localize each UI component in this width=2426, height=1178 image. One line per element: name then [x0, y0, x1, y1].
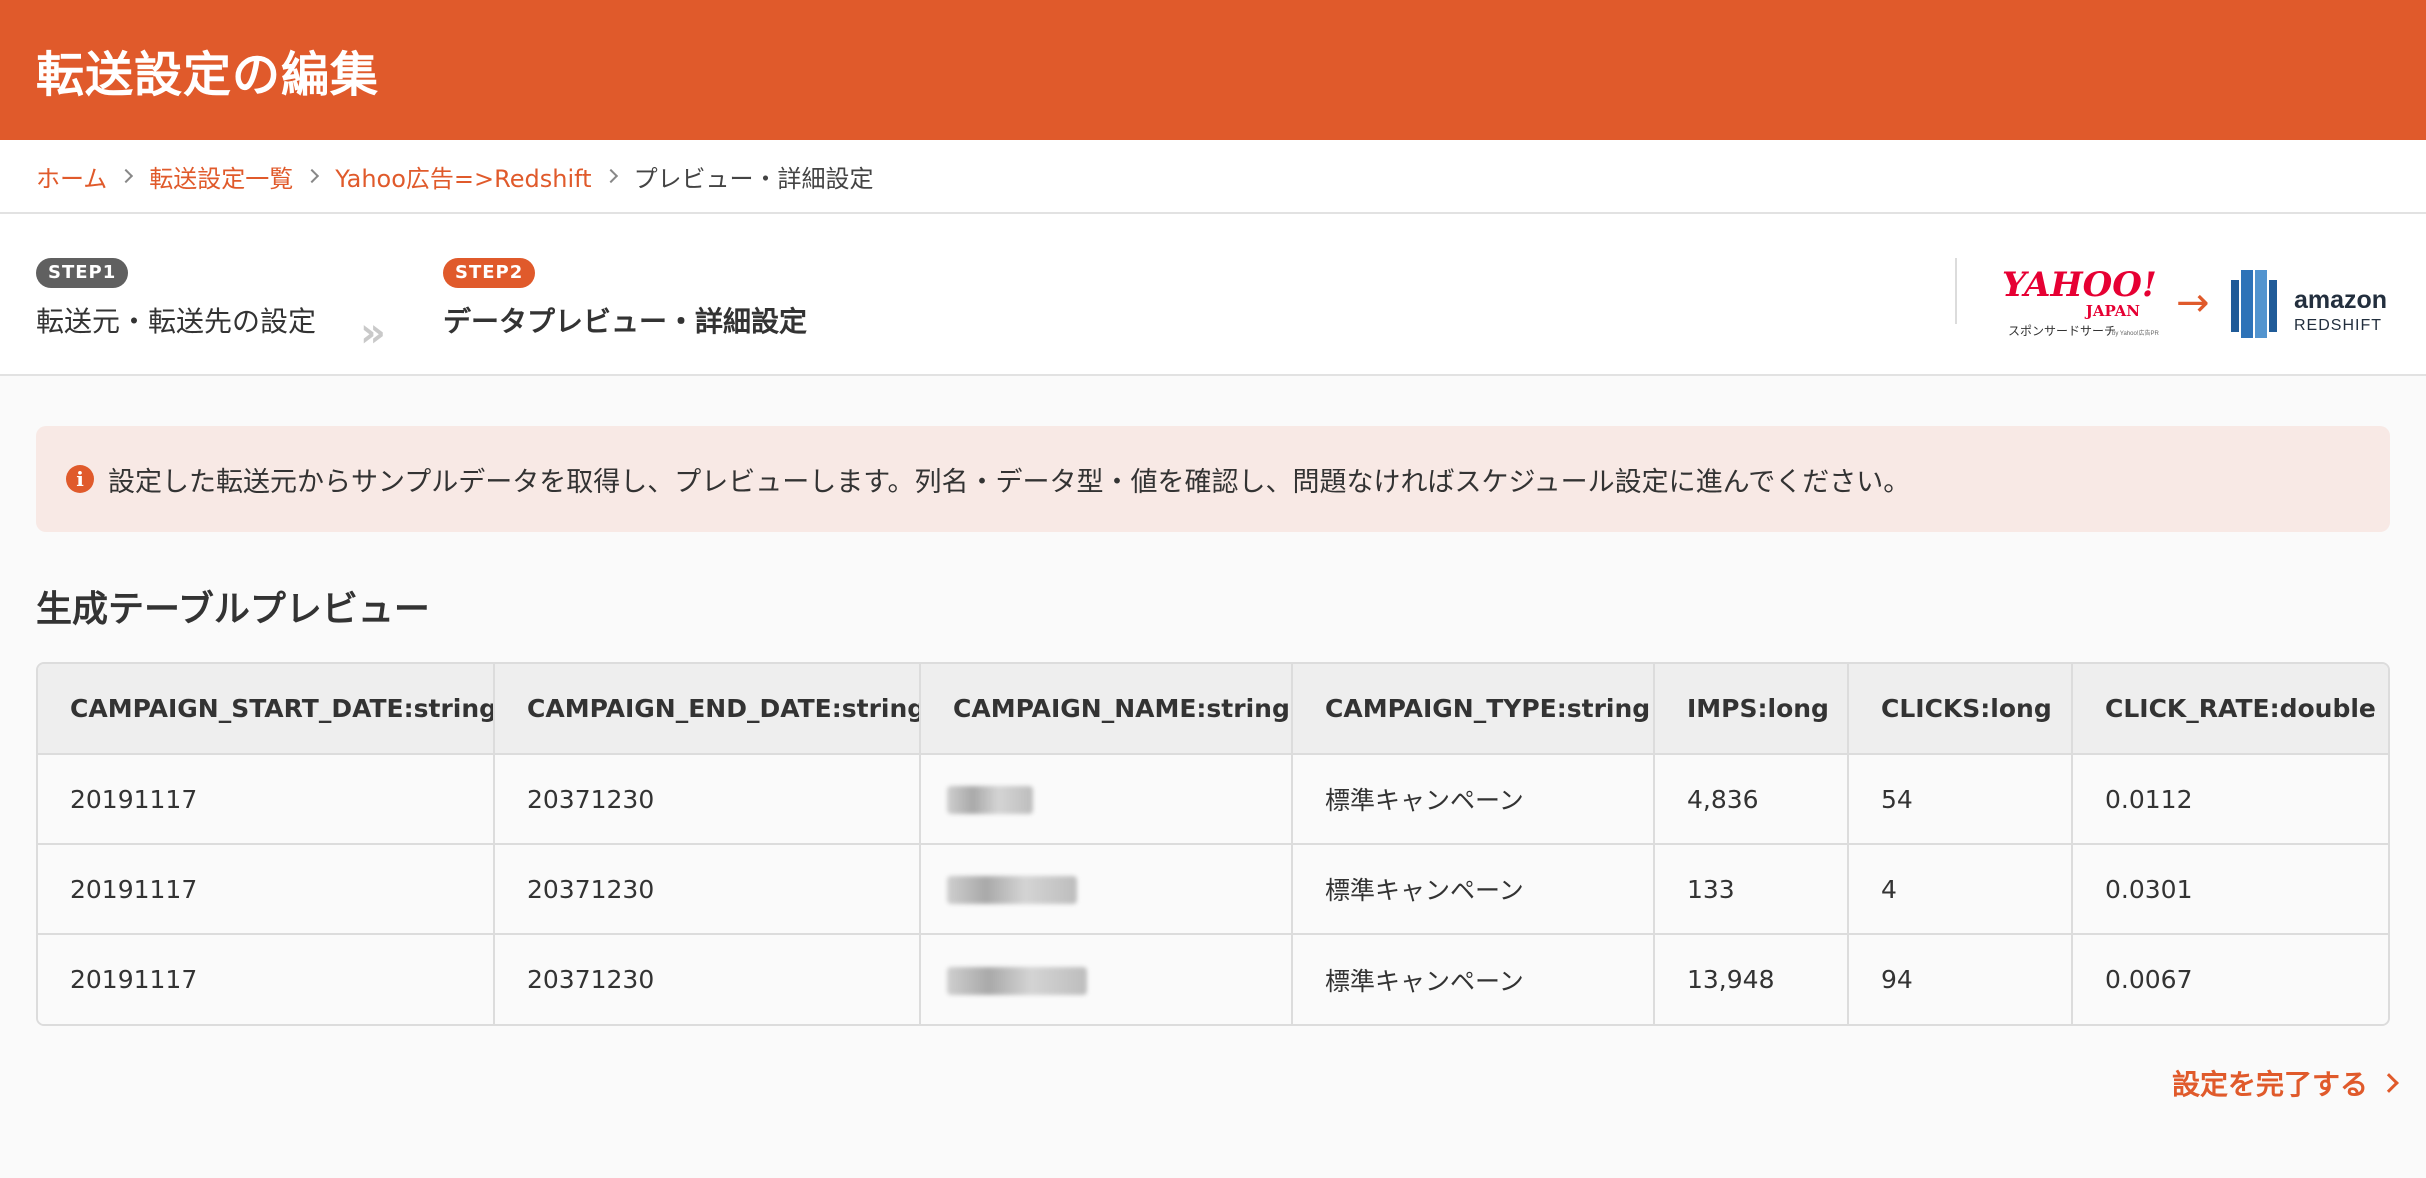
table-cell: 標準キャンペーン [1292, 844, 1655, 934]
preview-title: 生成テーブルプレビュー [36, 589, 430, 630]
redacted-text [947, 786, 1033, 814]
chevron-right-icon [2379, 1073, 2399, 1093]
double-chevron-icon: » [360, 310, 386, 356]
table-cell: 54 [1848, 754, 2073, 844]
chevron-right-icon [305, 168, 320, 184]
connector-logos: YAHOO! JAPAN スポンサードサーチ by Yahoo!広告PR → a… [2002, 265, 2387, 338]
column-header: CLICK_RATE:double [2072, 664, 2388, 755]
table-cell: 20191117 [38, 934, 495, 1024]
svg-text:REDSHIFT: REDSHIFT [2294, 317, 2382, 334]
main-content: i 設定した転送元からサンプルデータを取得し、プレビューします。列名・データ型・… [0, 426, 2426, 1026]
chevron-right-icon [119, 168, 134, 184]
table-cell: 13,948 [1654, 934, 1849, 1024]
amazon-redshift-logo: amazon REDSHIFT [2231, 270, 2387, 338]
info-icon: i [66, 465, 94, 493]
table-cell: 標準キャンペーン [1292, 934, 1655, 1024]
table-row: 20191117 20371230 標準キャンペーン 133 4 0.0301 [38, 844, 2388, 934]
redacted-text [947, 876, 1077, 904]
table-cell: 20191117 [38, 754, 495, 844]
column-header: CLICKS:long [1848, 664, 2073, 755]
page-header: 転送設定の編集 [0, 0, 2426, 140]
table-cell: 標準キャンペーン [1292, 754, 1655, 844]
column-header: CAMPAIGN_END_DATE:string [494, 664, 921, 755]
table-cell: 4,836 [1654, 754, 1849, 844]
table-header-row: CAMPAIGN_START_DATE:string CAMPAIGN_END_… [38, 664, 2388, 755]
step-1: STEP1 転送元・転送先の設定 [36, 258, 316, 340]
breadcrumb-transfer-list[interactable]: 転送設定一覧 [149, 159, 293, 194]
breadcrumb-transfer-config[interactable]: Yahoo広告=>Redshift [335, 159, 591, 194]
step-2-label: データプレビュー・詳細設定 [443, 305, 808, 338]
yahoo-sponsored-search-logo: YAHOO! JAPAN スポンサードサーチ by Yahoo!広告PR [2002, 265, 2159, 338]
column-header: CAMPAIGN_NAME:string [920, 664, 1293, 755]
step-1-label: 転送元・転送先の設定 [36, 305, 317, 338]
svg-text:amazon: amazon [2294, 286, 2387, 314]
table-cell: 20371230 [494, 934, 921, 1024]
page-title: 転送設定の編集 [36, 47, 380, 103]
table-cell-redacted [920, 844, 1293, 934]
preview-table: CAMPAIGN_START_DATE:string CAMPAIGN_END_… [36, 662, 2390, 1026]
divider [1955, 258, 1957, 324]
table-cell: 0.0112 [2072, 754, 2388, 844]
svg-text:スポンサードサーチ: スポンサードサーチ [2008, 324, 2116, 338]
step-1-badge: STEP1 [36, 258, 129, 288]
step-2: STEP2 データプレビュー・詳細設定 [443, 258, 807, 340]
table-cell-redacted [920, 754, 1293, 844]
column-header: IMPS:long [1654, 664, 1849, 755]
svg-text:JAPAN: JAPAN [2084, 302, 2141, 320]
svg-text:YAHOO!: YAHOO! [2002, 265, 2157, 305]
table-cell: 20371230 [494, 844, 921, 934]
arrow-right-icon: → [2176, 280, 2210, 326]
step-2-badge: STEP2 [443, 258, 536, 288]
table-row: 20191117 20371230 標準キャンペーン 13,948 94 0.0… [38, 934, 2388, 1024]
redacted-text [947, 966, 1087, 995]
complete-settings-label: 設定を完了する [2171, 1068, 2368, 1101]
info-alert: i 設定した転送元からサンプルデータを取得し、プレビューします。列名・データ型・… [36, 426, 2390, 532]
svg-text:by Yahoo!広告PR: by Yahoo!広告PR [2112, 329, 2159, 337]
steps-bar: STEP1 転送元・転送先の設定 » STEP2 データプレビュー・詳細設定 Y… [0, 214, 2426, 376]
breadcrumb-current: プレビュー・詳細設定 [633, 164, 874, 193]
chevron-right-icon [603, 168, 618, 184]
table-cell: 0.0301 [2072, 844, 2388, 934]
table-cell: 20371230 [494, 754, 921, 844]
table-cell: 20191117 [38, 844, 495, 934]
breadcrumb: ホーム 転送設定一覧 Yahoo広告=>Redshift プレビュー・詳細設定 [0, 140, 2426, 214]
info-text: 設定した転送元からサンプルデータを取得し、プレビューします。列名・データ型・値を… [108, 466, 1911, 498]
table-cell: 0.0067 [2072, 934, 2388, 1024]
complete-settings-link[interactable]: 設定を完了する [2171, 1063, 2399, 1103]
table-cell: 133 [1654, 844, 1849, 934]
table-cell-redacted [920, 934, 1293, 1024]
table-row: 20191117 20371230 標準キャンペーン 4,836 54 0.01… [38, 754, 2388, 844]
table-cell: 94 [1848, 934, 2073, 1024]
breadcrumb-home[interactable]: ホーム [36, 159, 107, 194]
column-header: CAMPAIGN_START_DATE:string [38, 664, 495, 755]
column-header: CAMPAIGN_TYPE:string [1292, 664, 1655, 755]
table-cell: 4 [1848, 844, 2073, 934]
